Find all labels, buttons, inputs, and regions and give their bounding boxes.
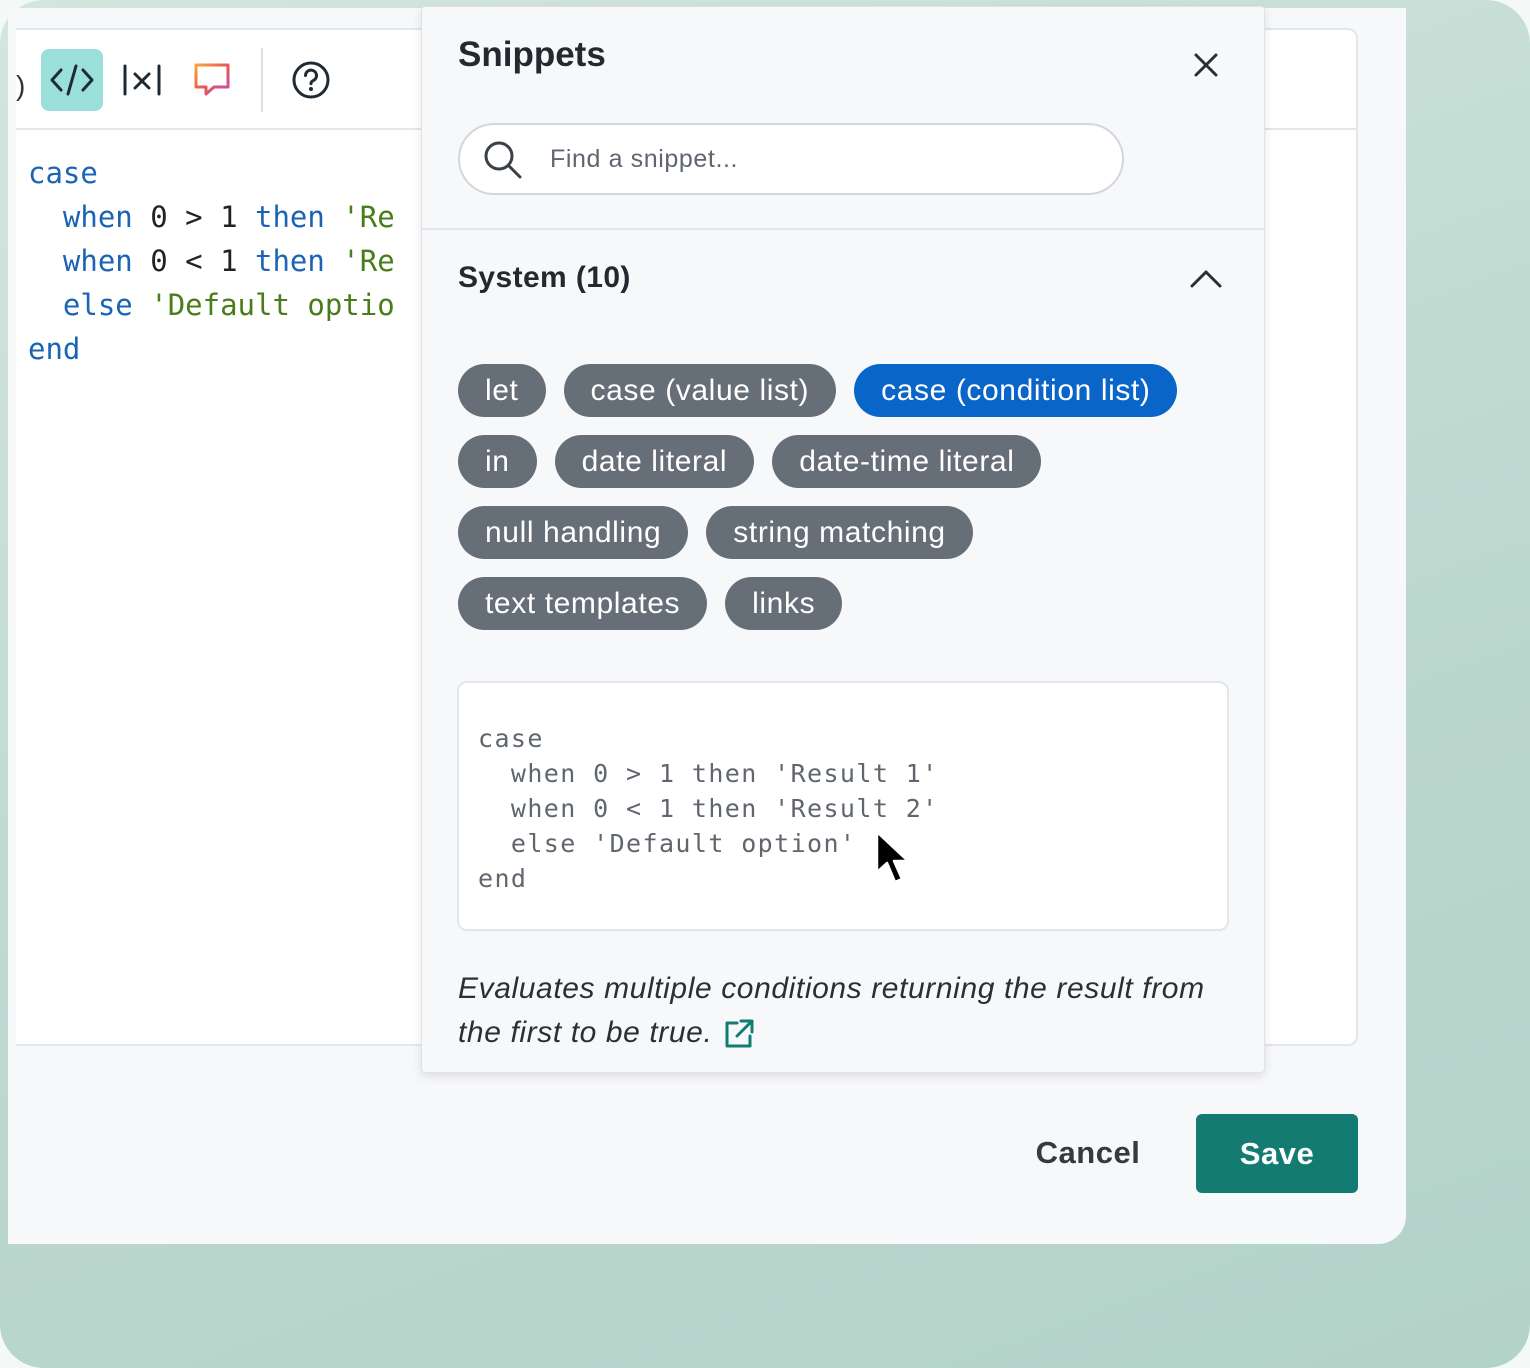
variable-icon <box>123 64 161 96</box>
code-token: 0 > 1 <box>132 200 255 234</box>
code-line: when 0 > 1 then 'Re <box>28 195 426 239</box>
snippet-description: Evaluates multiple conditions returning … <box>458 967 1238 1055</box>
toolbar-partial-glyph: ) <box>16 70 26 101</box>
comment-icon <box>194 63 230 96</box>
code-keyword: when <box>62 200 133 234</box>
snippet-search <box>458 123 1124 195</box>
snippet-chip[interactable]: date literal <box>554 435 755 488</box>
code-string: 'Default optio <box>150 288 395 322</box>
external-link-icon[interactable] <box>722 1017 756 1051</box>
code-keyword: then <box>254 244 325 278</box>
code-string: 'Re <box>342 244 395 278</box>
close-icon <box>1194 53 1218 77</box>
snippet-chip[interactable]: let <box>458 364 546 417</box>
snippet-chip[interactable]: case (condition list) <box>854 364 1178 417</box>
search-icon <box>484 141 522 179</box>
save-button[interactable]: Save <box>1196 1114 1358 1193</box>
code-keyword: when <box>62 244 133 278</box>
code-text[interactable]: case when 0 > 1 then 'Re when 0 < 1 then… <box>28 151 426 371</box>
snippet-chip[interactable]: date-time literal <box>772 435 1042 488</box>
code-token: 0 < 1 <box>132 244 255 278</box>
code-keyword: then <box>254 200 325 234</box>
snippets-panel: Snippets System (10) let case (value list… <box>421 6 1265 1073</box>
code-keyword: end <box>28 332 81 366</box>
code-string: 'Re <box>342 200 395 234</box>
cancel-button[interactable]: Cancel <box>1012 1114 1164 1192</box>
mouse-cursor-icon <box>875 830 910 884</box>
snippet-chip[interactable]: links <box>725 577 843 630</box>
chevron-up-icon[interactable] <box>1186 259 1226 299</box>
snippet-preview: case when 0 > 1 then 'Result 1' when 0 <… <box>457 681 1229 931</box>
comment-button[interactable] <box>181 49 243 111</box>
code-icon <box>50 64 94 96</box>
toolbar-divider <box>261 48 263 112</box>
snippet-chip[interactable]: in <box>458 435 537 488</box>
snippet-chip-list: let case (value list) case (condition list… <box>458 364 1238 630</box>
code-snippets-button[interactable] <box>41 49 103 111</box>
snippet-chip[interactable]: null handling <box>458 506 689 559</box>
snippet-chip[interactable]: text templates <box>458 577 708 630</box>
code-line: when 0 < 1 then 'Re <box>28 239 426 283</box>
help-icon <box>292 61 330 99</box>
snippet-chip[interactable]: string matching <box>706 506 973 559</box>
snippet-chip[interactable]: case (value list) <box>563 364 837 417</box>
section-header-system[interactable]: System (10) <box>458 261 631 295</box>
panel-title: Snippets <box>458 35 606 74</box>
close-button[interactable] <box>1186 45 1226 85</box>
snippet-description-text: Evaluates multiple conditions returning … <box>458 972 1205 1049</box>
code-keyword: case <box>28 156 98 190</box>
code-line: end <box>28 327 426 371</box>
code-line: case <box>28 151 426 195</box>
section-divider <box>422 228 1264 230</box>
snippet-preview-code: case when 0 > 1 then 'Result 1' when 0 <… <box>478 724 939 893</box>
help-button[interactable] <box>280 49 342 111</box>
code-keyword: else <box>62 288 133 322</box>
variable-button[interactable] <box>111 49 173 111</box>
search-input[interactable] <box>548 135 1102 183</box>
code-line: else 'Default optio <box>28 283 426 327</box>
